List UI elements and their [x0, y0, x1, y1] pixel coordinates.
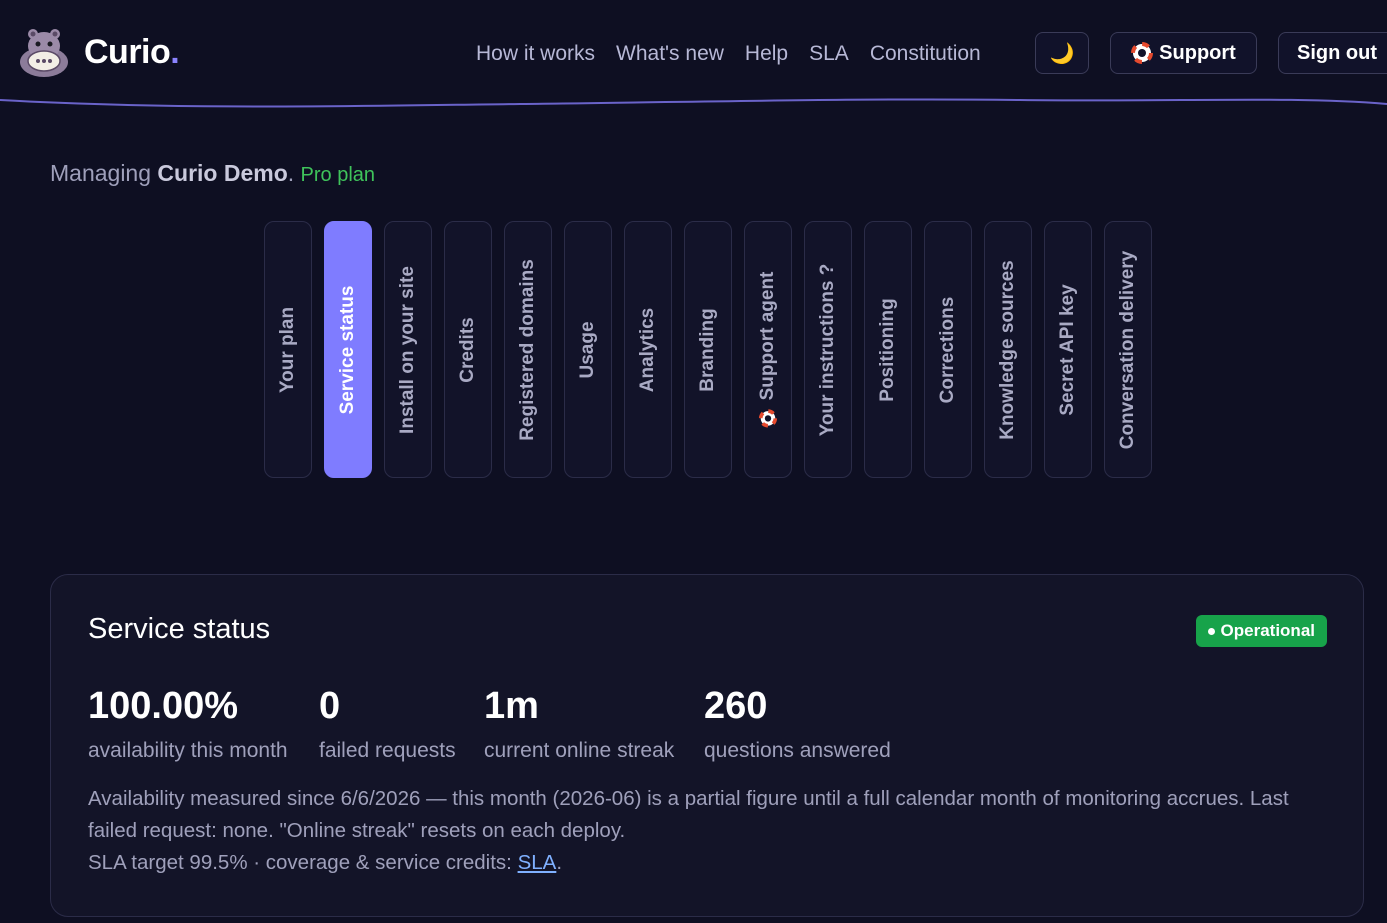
tab-usage[interactable]: Usage	[564, 221, 612, 478]
sla-link[interactable]: SLA	[518, 851, 557, 874]
header: Curio. How it works What's new Help SLA …	[0, 0, 1387, 110]
curio-logo-icon[interactable]	[16, 24, 72, 80]
tab-positioning[interactable]: Positioning	[864, 221, 912, 478]
tab-conversation-delivery[interactable]: Conversation delivery	[1104, 221, 1152, 478]
org-name: Curio Demo	[157, 160, 288, 186]
status-dot-icon	[1207, 627, 1215, 635]
stat-online-streak: 1m current online streak	[484, 685, 675, 762]
nav-how-it-works[interactable]: How it works	[476, 40, 595, 68]
stat-availability: 100.00% availability this month	[88, 685, 288, 762]
lifebuoy-icon	[758, 408, 778, 427]
stat-questions-answered: 260 questions answered	[704, 685, 891, 762]
tab-support-agent[interactable]: Support agent	[744, 221, 792, 478]
page: Curio. How it works What's new Help SLA …	[0, 0, 1387, 923]
tab-corrections[interactable]: Corrections	[924, 221, 972, 478]
theme-toggle-button[interactable]: 🌙	[1035, 32, 1089, 74]
managing-line: Managing Curio Demo. Pro plan	[50, 160, 376, 186]
stats-row: 100.00% availability this month 0 failed…	[88, 683, 948, 763]
nav-help[interactable]: Help	[745, 40, 788, 68]
sign-out-button[interactable]: Sign out	[1278, 32, 1387, 74]
tab-install-on-your-site[interactable]: Install on your site	[384, 221, 432, 478]
tab-analytics[interactable]: Analytics	[624, 221, 672, 478]
moon-icon: 🌙	[1049, 42, 1075, 65]
service-status-card: Service status Operational 100.00% avail…	[50, 574, 1364, 917]
tab-your-instructions[interactable]: Your instructions ?	[804, 221, 852, 478]
support-button[interactable]: Support	[1110, 32, 1257, 74]
header-divider	[0, 98, 1387, 108]
stat-failed-requests: 0 failed requests	[319, 685, 456, 762]
tab-branding[interactable]: Branding	[684, 221, 732, 478]
tab-service-status[interactable]: Service status	[324, 221, 372, 478]
card-title: Service status	[88, 613, 271, 645]
brand-name[interactable]: Curio.	[84, 32, 180, 72]
plan-badge: Pro plan	[300, 164, 376, 186]
nav-whats-new[interactable]: What's new	[616, 40, 724, 68]
sla-line: SLA target 99.5% · coverage & service cr…	[88, 851, 563, 874]
nav-constitution[interactable]: Constitution	[870, 40, 981, 68]
tab-your-plan[interactable]: Your plan	[264, 221, 312, 478]
tab-credits[interactable]: Credits	[444, 221, 492, 478]
availability-note: Availability measured since 6/6/2026 — t…	[88, 787, 1289, 842]
top-nav: How it works What's new Help SLA Constit…	[476, 40, 981, 68]
tab-knowledge-sources[interactable]: Knowledge sources	[984, 221, 1032, 478]
nav-sla[interactable]: SLA	[809, 40, 849, 68]
tab-registered-domains[interactable]: Registered domains	[504, 221, 552, 478]
status-badge: Operational	[1195, 615, 1327, 647]
support-label: Support	[1159, 41, 1236, 64]
lifebuoy-icon	[1131, 42, 1154, 64]
tab-secret-api-key[interactable]: Secret API key	[1044, 221, 1092, 478]
section-tabs: Your plan Service status Install on your…	[264, 221, 1152, 478]
